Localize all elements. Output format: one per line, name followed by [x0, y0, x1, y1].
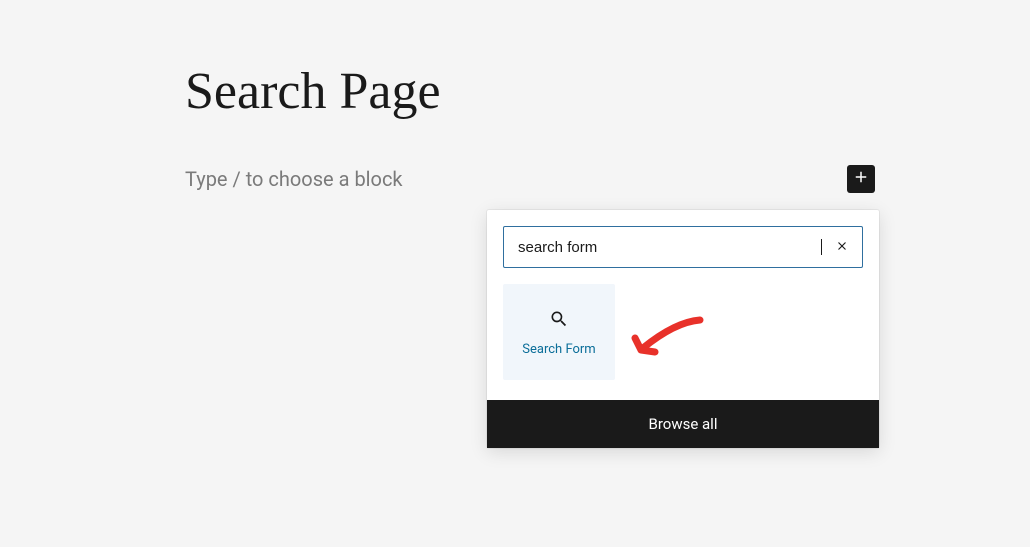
block-tile-label: Search Form — [522, 342, 595, 357]
clear-search-button[interactable] — [832, 237, 852, 257]
add-block-button[interactable] — [847, 165, 875, 193]
plus-icon — [852, 168, 870, 190]
block-placeholder-row: Type / to choose a block — [185, 165, 875, 193]
search-icon — [548, 308, 570, 330]
inserter-search-field[interactable] — [503, 226, 863, 268]
block-placeholder-text[interactable]: Type / to choose a block — [185, 167, 403, 191]
inserter-results: Search Form — [487, 278, 879, 400]
text-cursor — [821, 239, 822, 255]
page-title: Search Page — [185, 62, 441, 121]
block-inserter-popover: Search Form Browse all — [487, 210, 879, 448]
inserter-search-input[interactable] — [518, 239, 820, 256]
browse-all-button[interactable]: Browse all — [487, 400, 879, 448]
block-tile-search-form[interactable]: Search Form — [503, 284, 615, 380]
close-icon — [835, 238, 849, 257]
